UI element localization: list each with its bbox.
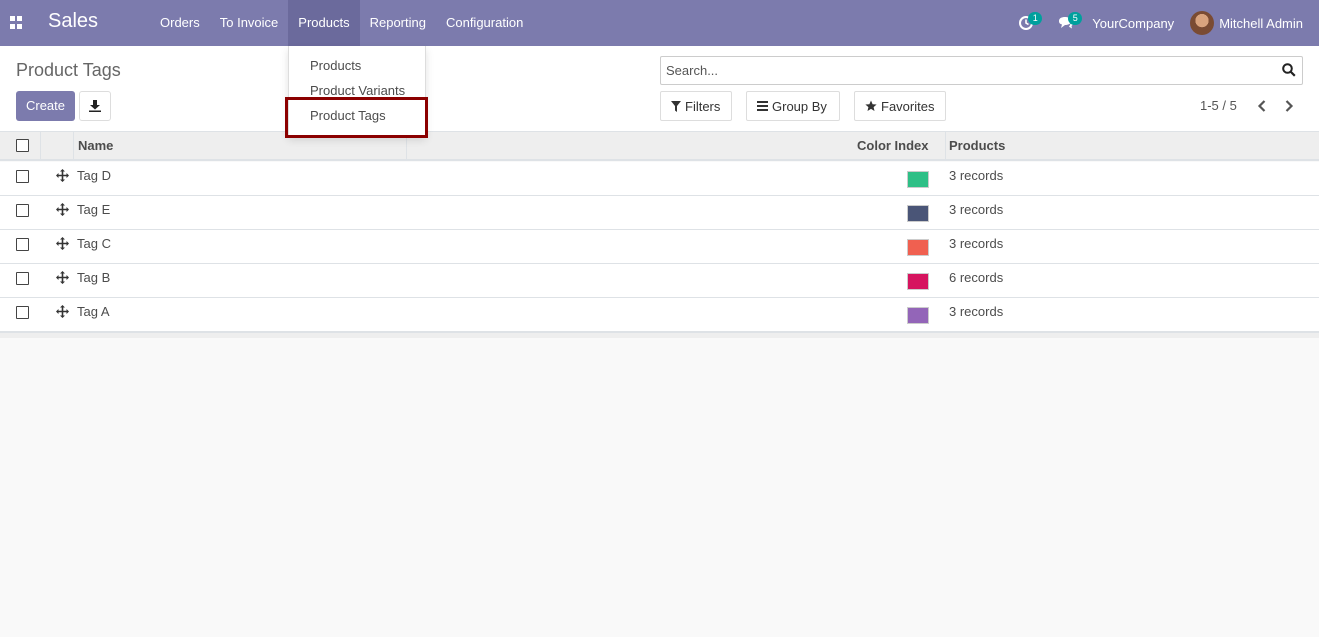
products-count: 3 records [949,202,1004,217]
pager-value[interactable]: 1-5 / 5 [1200,98,1237,113]
color-swatch [907,171,929,188]
table-header: Name Color Index Products [0,132,1319,161]
color-swatch [907,273,929,290]
group-by-button[interactable]: Group By [746,91,840,121]
row-checkbox[interactable] [16,306,29,319]
messages-badge: 5 [1068,12,1083,25]
menu-to-invoice[interactable]: To Invoice [210,0,289,46]
row-checkbox[interactable] [16,170,29,183]
tag-name: Tag E [77,202,111,217]
page-title: Product Tags [16,60,121,80]
column-divider [73,132,74,161]
tag-name: Tag A [77,304,110,319]
drag-handle-icon[interactable] [56,305,69,318]
highlight-annotation [285,97,428,138]
main-menu: Orders To Invoice Products Reporting Con… [150,0,533,46]
header-products[interactable]: Products [949,132,1005,161]
dropdown-item-products[interactable]: Products [310,58,361,73]
menu-configuration[interactable]: Configuration [436,0,533,46]
color-swatch [907,239,929,256]
drag-handle-icon[interactable] [56,237,69,250]
menu-orders[interactable]: Orders [150,0,210,46]
select-all-checkbox[interactable] [16,139,29,152]
tag-name: Tag C [77,236,111,251]
activity-button[interactable]: 1 [1006,0,1046,46]
table-row[interactable]: Tag C 3 records [0,230,1319,264]
top-navbar: Sales Orders To Invoice Products Reporti… [0,0,1319,46]
column-divider [945,132,946,161]
menu-reporting[interactable]: Reporting [360,0,436,46]
user-name: Mitchell Admin [1219,15,1303,31]
header-name[interactable]: Name [78,132,113,161]
table-footer [0,332,1319,338]
chevron-left-icon[interactable] [1255,98,1269,114]
row-checkbox[interactable] [16,238,29,251]
table-row[interactable]: Tag A 3 records [0,298,1319,332]
chevron-right-icon[interactable] [1282,98,1296,114]
tag-name: Tag D [77,168,111,183]
dropdown-item-product-variants[interactable]: Product Variants [310,83,405,98]
drag-handle-icon[interactable] [56,169,69,182]
header-color-index[interactable]: Color Index [857,132,929,161]
table-row[interactable]: Tag B 6 records [0,264,1319,298]
group-by-label: Group By [772,98,827,114]
column-divider [40,132,41,161]
favorites-label: Favorites [881,98,935,114]
company-switcher[interactable]: YourCompany [1086,16,1190,31]
row-checkbox[interactable] [16,272,29,285]
star-icon [865,100,877,111]
favorites-button[interactable]: Favorites [854,91,946,121]
filters-label: Filters [685,98,721,114]
color-swatch [907,205,929,222]
avatar [1190,11,1215,35]
products-count: 3 records [949,304,1004,319]
table-row[interactable]: Tag E 3 records [0,196,1319,230]
filters-button[interactable]: Filters [660,91,732,121]
products-count: 3 records [949,168,1004,183]
control-panel: Product Tags Create Filters Group By Fa [0,46,1319,132]
filter-icon [671,100,681,112]
menu-products[interactable]: Products [288,0,360,46]
create-button[interactable]: Create [16,91,75,121]
download-icon [89,100,101,112]
systray: 1 5 YourCompany Mitchell Admin [1006,0,1319,46]
messages-button[interactable]: 5 [1046,0,1086,46]
search-box [660,56,1303,85]
activity-badge: 1 [1028,12,1043,25]
products-count: 6 records [949,270,1004,285]
apps-menu-icon[interactable] [10,16,23,29]
app-brand[interactable]: Sales [48,10,98,33]
drag-handle-icon[interactable] [56,203,69,216]
row-checkbox[interactable] [16,204,29,217]
drag-handle-icon[interactable] [56,271,69,284]
table-row[interactable]: Tag D 3 records [0,162,1319,196]
bars-icon [757,101,768,111]
products-count: 3 records [949,236,1004,251]
user-menu[interactable]: Mitchell Admin [1190,11,1319,35]
search-icon[interactable] [1282,63,1296,77]
search-input[interactable] [661,57,1261,84]
tag-name: Tag B [77,270,111,285]
color-swatch [907,307,929,324]
export-button[interactable] [79,91,111,121]
